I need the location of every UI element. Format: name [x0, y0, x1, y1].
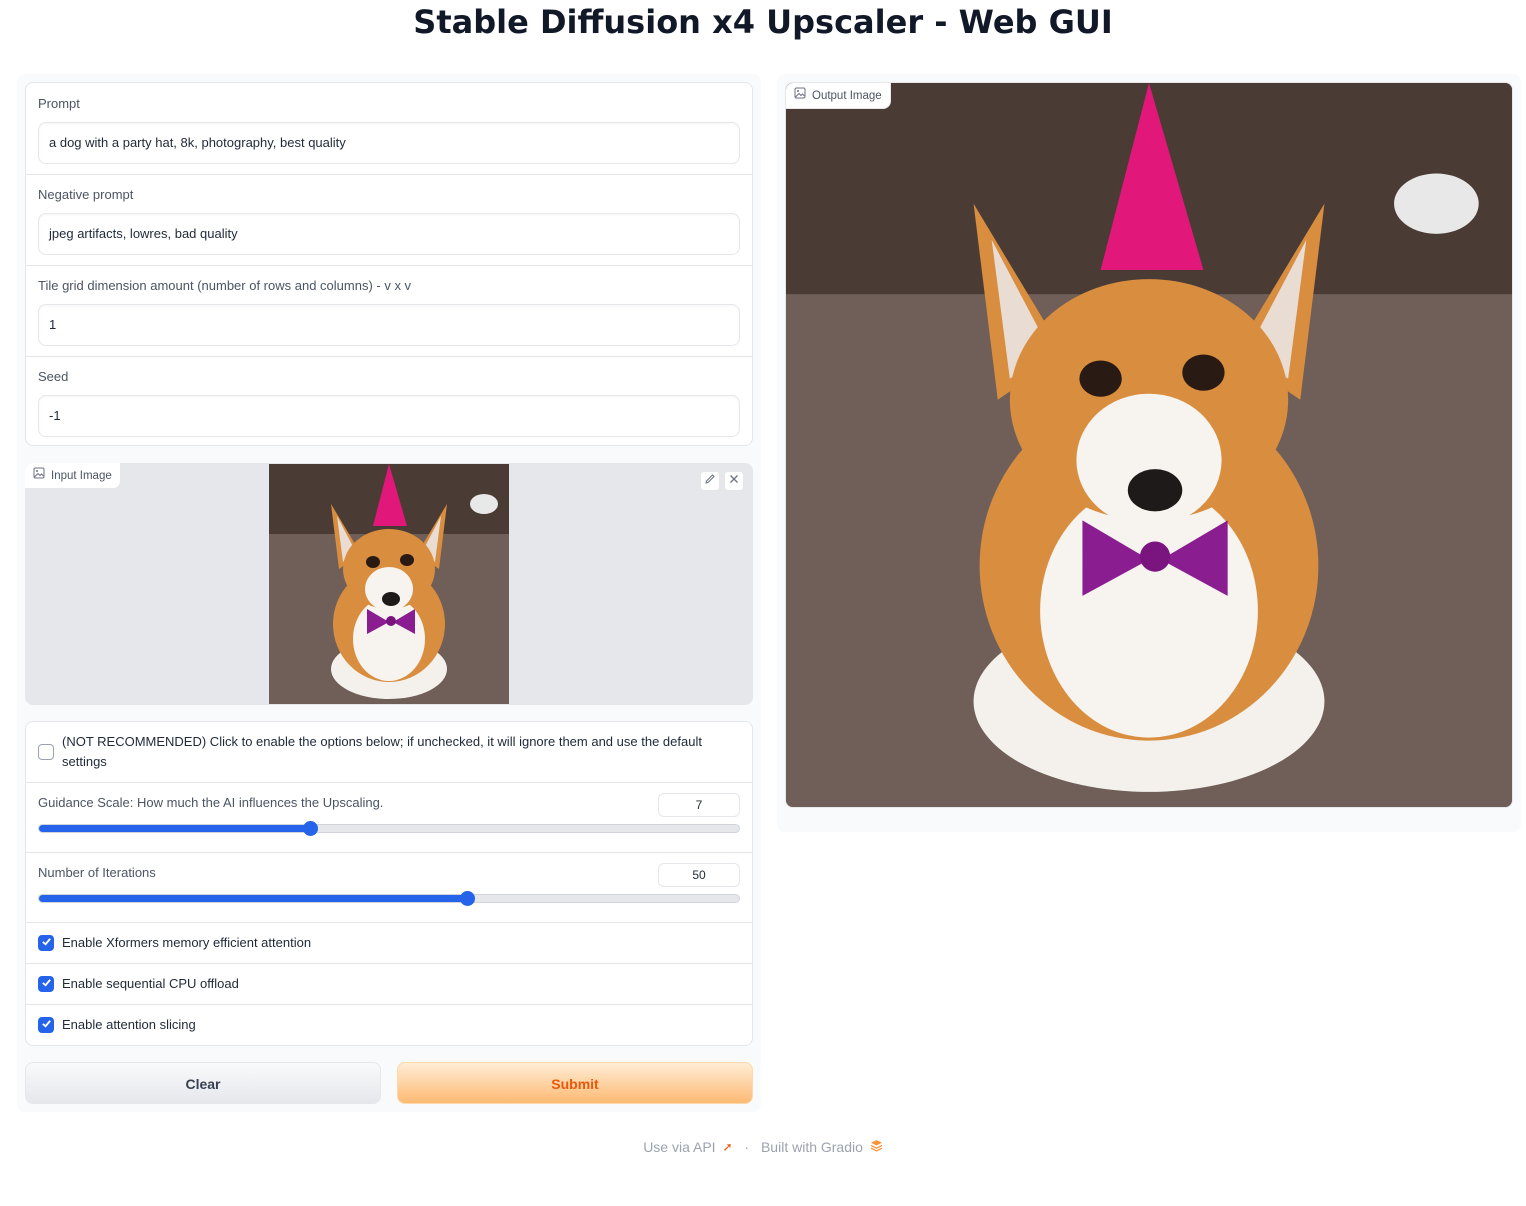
- divider: [26, 922, 752, 923]
- page-title: Stable Diffusion x4 Upscaler - Web GUI: [413, 3, 1113, 41]
- text-inputs-card: Prompt a dog with a party hat, 8k, photo…: [25, 82, 753, 446]
- clear-image-button[interactable]: [724, 471, 744, 491]
- input-image-tag: Input Image: [25, 463, 121, 489]
- tile-grid-input[interactable]: 1: [38, 304, 740, 346]
- guidance-scale-thumb[interactable]: [302, 821, 318, 836]
- xformers-label[interactable]: Enable Xformers memory efficient attenti…: [62, 933, 311, 953]
- divider: [26, 1004, 752, 1005]
- built-with-gradio-link[interactable]: Built with Gradio: [761, 1139, 863, 1155]
- output-image-panel: Output Image: [785, 82, 1513, 808]
- image-icon: [794, 83, 806, 109]
- guidance-scale-input[interactable]: 7: [658, 793, 740, 817]
- enable-options-checkbox[interactable]: [38, 744, 54, 760]
- footer: Use via API ➚ · Built with Gradio: [0, 1138, 1526, 1155]
- guidance-scale-label: Guidance Scale: How much the AI influenc…: [38, 795, 384, 810]
- divider: [26, 963, 752, 964]
- close-icon: [728, 472, 740, 490]
- xformers-checkbox[interactable]: [38, 935, 54, 951]
- divider: [26, 174, 752, 175]
- output-image-label: Output Image: [812, 89, 882, 102]
- image-icon: [33, 463, 45, 489]
- seed-label: Seed: [38, 369, 69, 384]
- clear-button[interactable]: Clear: [25, 1062, 381, 1104]
- output-image-tag: Output Image: [786, 83, 891, 109]
- submit-button[interactable]: Submit: [397, 1062, 753, 1104]
- pencil-icon: [704, 472, 716, 490]
- input-image-panel[interactable]: Input Image: [25, 463, 753, 705]
- checkmark-icon: [41, 1016, 52, 1034]
- seed-input[interactable]: -1: [38, 395, 740, 437]
- iterations-fill: [39, 895, 469, 902]
- footer-separator: ·: [744, 1139, 750, 1156]
- checkmark-icon: [41, 934, 52, 952]
- options-card: (NOT RECOMMENDED) Click to enable the op…: [25, 721, 753, 1046]
- guidance-scale-fill: [39, 825, 312, 832]
- checkmark-icon: [41, 975, 52, 993]
- input-image-preview: [269, 464, 509, 704]
- use-via-api-link[interactable]: Use via API: [643, 1139, 715, 1155]
- divider: [26, 852, 752, 853]
- input-image-label: Input Image: [51, 469, 112, 482]
- gradio-logo-icon: [870, 1139, 883, 1155]
- iterations-slider[interactable]: [38, 894, 740, 903]
- guidance-scale-slider[interactable]: [38, 824, 740, 833]
- output-image: [786, 83, 1512, 807]
- divider: [26, 782, 752, 783]
- attention-slicing-label[interactable]: Enable attention slicing: [62, 1015, 196, 1035]
- iterations-label: Number of Iterations: [38, 865, 156, 880]
- prompt-input[interactable]: a dog with a party hat, 8k, photography,…: [38, 122, 740, 164]
- attention-slicing-checkbox[interactable]: [38, 1017, 54, 1033]
- tile-grid-label: Tile grid dimension amount (number of ro…: [38, 278, 412, 293]
- divider: [26, 356, 752, 357]
- negative-prompt-input[interactable]: jpeg artifacts, lowres, bad quality: [38, 213, 740, 255]
- iterations-thumb[interactable]: [460, 891, 476, 906]
- output-column: Output Image: [777, 74, 1521, 832]
- negative-prompt-label: Negative prompt: [38, 187, 134, 202]
- edit-image-button[interactable]: [700, 471, 720, 491]
- rocket-icon: ➚: [722, 1140, 733, 1155]
- input-column: Prompt a dog with a party hat, 8k, photo…: [17, 74, 761, 1112]
- enable-options-label[interactable]: (NOT RECOMMENDED) Click to enable the op…: [62, 732, 722, 772]
- prompt-label: Prompt: [38, 96, 80, 111]
- divider: [26, 265, 752, 266]
- cpu-offload-label[interactable]: Enable sequential CPU offload: [62, 974, 239, 994]
- iterations-input[interactable]: 50: [658, 863, 740, 887]
- cpu-offload-checkbox[interactable]: [38, 976, 54, 992]
